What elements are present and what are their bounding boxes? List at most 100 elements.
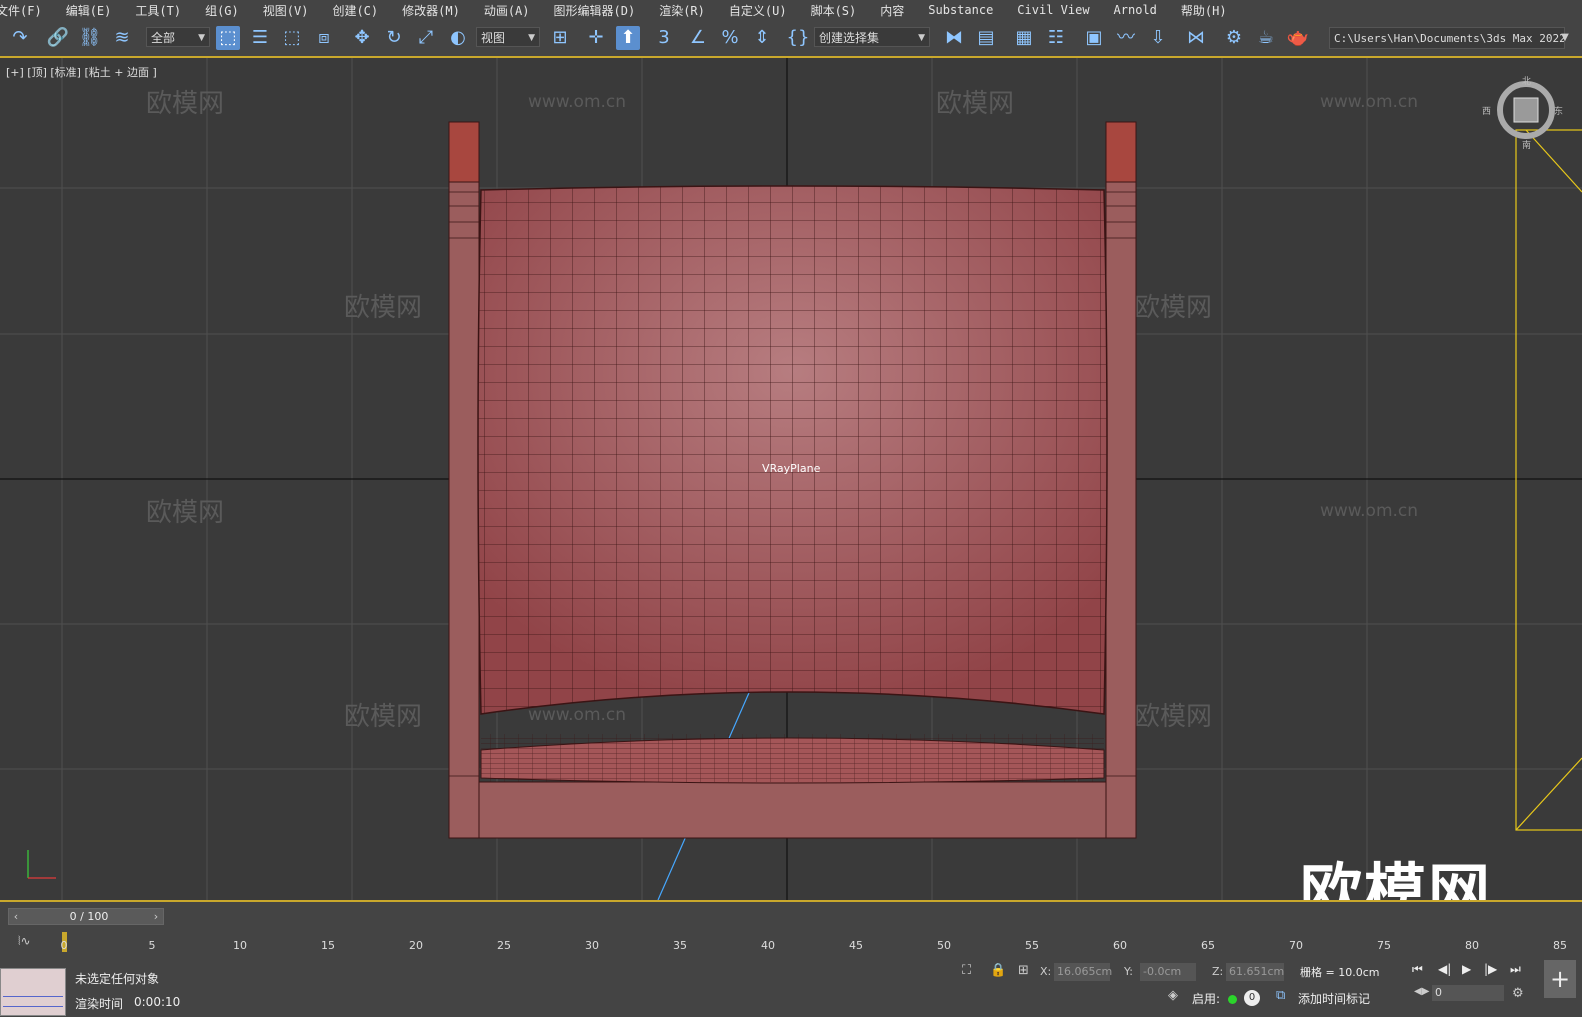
toggle-ribbon-icon[interactable]: ☷: [1044, 26, 1068, 50]
time-ruler[interactable]: 0 5 10 15 20 25 30 35 40 45 50 55 60 65 …: [60, 930, 1570, 956]
menu-edit[interactable]: 编辑(E): [66, 2, 112, 19]
viewcube-south[interactable]: 南: [1522, 138, 1531, 151]
menu-scripting[interactable]: 脚本(S): [811, 2, 857, 19]
menu-views[interactable]: 视图(V): [263, 2, 309, 19]
layer-explorer-icon[interactable]: ▦: [1012, 26, 1036, 50]
go-to-start-icon[interactable]: ⏮: [1412, 962, 1423, 977]
y-label: Y:: [1124, 965, 1133, 978]
mini-curve-editor-icon[interactable]: ⦚∿: [18, 934, 31, 949]
axis-tripod-icon: [27, 850, 56, 879]
adaptive-degradation-icon[interactable]: ◈: [1168, 988, 1178, 1003]
prev-frame-icon[interactable]: ‹: [9, 909, 23, 924]
mirror-icon[interactable]: ⧓: [942, 26, 966, 50]
rect-selection-icon[interactable]: ⬚: [280, 26, 304, 50]
window-crossing-icon[interactable]: ⧈: [312, 26, 336, 50]
time-slider[interactable]: ‹ 0 / 100 ›: [8, 908, 164, 925]
watermark-text: 欧模网: [146, 89, 224, 119]
select-by-name-icon[interactable]: ☰: [248, 26, 272, 50]
chevron-down-icon[interactable]: ▼: [1556, 26, 1574, 50]
pivot-center-icon[interactable]: ⊞: [548, 26, 572, 50]
current-frame-value: 0: [1435, 986, 1442, 999]
menu-help[interactable]: 帮助(H): [1181, 2, 1227, 19]
edit-named-selection-icon[interactable]: {}: [786, 26, 810, 50]
menu-customize[interactable]: 自定义(U): [729, 2, 787, 19]
viewport-label[interactable]: [+] [顶] [标准] [粘土 + 边面 ]: [6, 64, 157, 80]
maxscript-listener[interactable]: [0, 968, 66, 1016]
placement-icon[interactable]: ◐: [446, 26, 470, 50]
menu-graph-editors[interactable]: 图形编辑器(D): [554, 2, 636, 19]
next-key-icon[interactable]: |▶: [1484, 962, 1497, 976]
viewport-canvas: 欧模网 www.om.cn 欧模网 www.om.cn 欧模网 欧模网 欧模网 …: [0, 58, 1582, 900]
watermark-text: 欧模网: [146, 498, 224, 528]
current-frame-field[interactable]: 0: [1432, 985, 1504, 1001]
absolute-mode-icon[interactable]: ⊞: [1018, 963, 1029, 978]
y-coord-field[interactable]: -0.0cm: [1140, 963, 1196, 981]
tick-label: 55: [1025, 939, 1039, 952]
angle-snap-icon[interactable]: ∠: [686, 26, 710, 50]
viewcube-east[interactable]: 东: [1554, 104, 1563, 117]
menu-tools[interactable]: 工具(T): [135, 2, 181, 19]
render-production-icon[interactable]: 🫖: [1286, 26, 1310, 50]
link-icon[interactable]: 🔗: [46, 26, 70, 50]
redo-icon[interactable]: ↷: [8, 26, 32, 50]
add-time-tag[interactable]: 添加时间标记: [1298, 990, 1370, 1007]
scale-icon[interactable]: ⤢: [414, 26, 438, 50]
select-manipulate-icon[interactable]: ✛: [584, 26, 608, 50]
x-coord-field[interactable]: 16.065cm: [1054, 963, 1112, 981]
ref-coord-dropdown[interactable]: 视图 ▼: [476, 27, 540, 47]
object-label: VRayPlane: [762, 462, 821, 475]
selection-status: 未选定任何对象: [75, 972, 160, 986]
named-selection-dropdown[interactable]: 创建选择集 ▼: [814, 27, 930, 47]
viewcube[interactable]: 北 西 东 南: [1482, 77, 1563, 151]
menu-create[interactable]: 创建(C): [332, 2, 378, 19]
viewport-top[interactable]: 欧模网 www.om.cn 欧模网 www.om.cn 欧模网 欧模网 欧模网 …: [0, 58, 1582, 900]
menu-arnold[interactable]: Arnold: [1114, 3, 1157, 17]
key-mode-icon[interactable]: ◀▶: [1414, 986, 1429, 997]
select-object-icon[interactable]: ⬚: [216, 26, 240, 50]
menu-group[interactable]: 组(G): [205, 2, 239, 19]
render-setup-icon[interactable]: ⚙: [1222, 26, 1246, 50]
curve-editor-icon[interactable]: 〰: [1114, 26, 1138, 50]
add-viewport-button[interactable]: +: [1544, 960, 1576, 998]
scene-explorer-icon[interactable]: ▣: [1082, 26, 1106, 50]
menu-file[interactable]: 文件(F): [0, 2, 42, 19]
z-coord-field[interactable]: 61.651cm: [1226, 963, 1284, 981]
project-path: C:\Users\Han\Documents\3ds Max 2022: [1334, 32, 1565, 45]
viewcube-north[interactable]: 北: [1522, 74, 1531, 87]
unlink-icon[interactable]: ⛓: [78, 26, 102, 50]
play-icon[interactable]: ▶: [1462, 962, 1471, 976]
isolate-icon[interactable]: ⛶: [962, 963, 971, 978]
lock-selection-icon[interactable]: 🔒: [990, 963, 1006, 978]
menu-civil-view[interactable]: Civil View: [1017, 3, 1089, 17]
material-editor-icon[interactable]: ⋈: [1184, 26, 1208, 50]
snap-toggle-icon[interactable]: 3: [652, 26, 676, 50]
prev-key-icon[interactable]: ◀|: [1438, 962, 1451, 976]
project-folder-field[interactable]: C:\Users\Han\Documents\3ds Max 2022: [1329, 27, 1565, 49]
time-config-icon[interactable]: ⚙: [1512, 986, 1524, 1001]
selection-filter-dropdown[interactable]: 全部 ▼: [146, 27, 210, 47]
spinner-snap-icon[interactable]: ⇕: [750, 26, 774, 50]
menu-content[interactable]: 内容: [880, 2, 904, 19]
rendered-frame-window-icon[interactable]: ☕: [1254, 26, 1278, 50]
align-icon[interactable]: ▤: [974, 26, 998, 50]
move-icon[interactable]: ✥: [350, 26, 374, 50]
keyboard-shortcut-override-icon[interactable]: ⬆: [616, 26, 640, 50]
bind-spacewarp-icon[interactable]: ≋: [110, 26, 134, 50]
watermark-url: www.om.cn: [528, 92, 626, 112]
viewcube-west[interactable]: 西: [1482, 104, 1491, 117]
next-frame-icon[interactable]: ›: [149, 909, 163, 924]
menu-rendering[interactable]: 渲染(R): [659, 2, 705, 19]
selected-camera-frame: [1515, 129, 1582, 831]
time-tag-icon[interactable]: ⧉: [1276, 988, 1285, 1003]
percent-snap-icon[interactable]: %: [718, 26, 742, 50]
ruler-ticks: [62, 932, 67, 952]
tick-label: 25: [497, 939, 511, 952]
menu-modifiers[interactable]: 修改器(M): [402, 2, 460, 19]
rotate-icon[interactable]: ↻: [382, 26, 406, 50]
go-to-end-icon[interactable]: ⏭: [1510, 962, 1521, 977]
x-label: X:: [1040, 965, 1052, 978]
menu-substance[interactable]: Substance: [928, 3, 993, 17]
schematic-view-icon[interactable]: ⇩: [1146, 26, 1170, 50]
menu-animation[interactable]: 动画(A): [484, 2, 530, 19]
tick-label: 15: [321, 939, 335, 952]
